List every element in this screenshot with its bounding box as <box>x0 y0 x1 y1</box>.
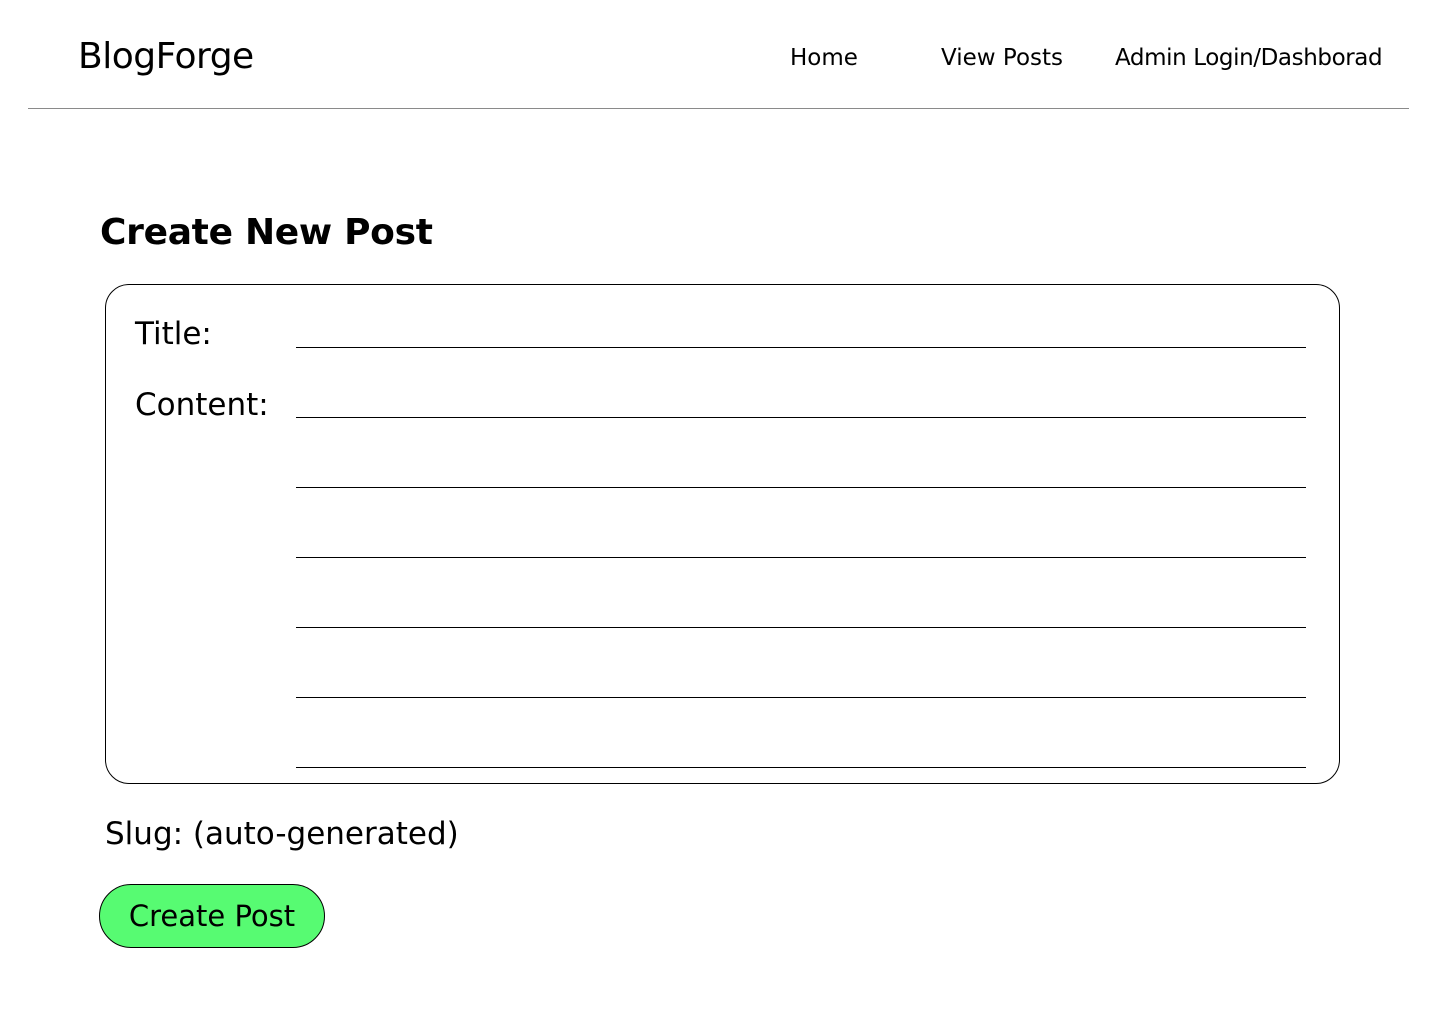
content-line[interactable] <box>296 557 1306 558</box>
content-line[interactable] <box>296 767 1306 768</box>
slug-text: Slug: (auto-generated) <box>105 816 459 852</box>
content-line[interactable] <box>296 487 1306 488</box>
nav-admin-link[interactable]: Admin Login/Dashborad <box>1115 43 1383 73</box>
header-divider <box>28 108 1409 109</box>
page: BlogForge Home View Posts Admin Login/Da… <box>0 0 1440 1024</box>
page-title: Create New Post <box>100 212 433 253</box>
title-label: Title: <box>135 316 212 352</box>
content-label: Content: <box>135 387 269 423</box>
content-line[interactable] <box>296 697 1306 698</box>
nav-view-posts-link[interactable]: View Posts <box>941 43 1063 73</box>
post-form-card: Title: Content: <box>105 284 1340 784</box>
brand-logo[interactable]: BlogForge <box>78 34 254 80</box>
nav-home-link[interactable]: Home <box>790 43 858 73</box>
content-line[interactable] <box>296 417 1306 418</box>
create-post-button[interactable]: Create Post <box>99 884 325 948</box>
title-input[interactable] <box>296 347 1306 348</box>
content-line[interactable] <box>296 627 1306 628</box>
